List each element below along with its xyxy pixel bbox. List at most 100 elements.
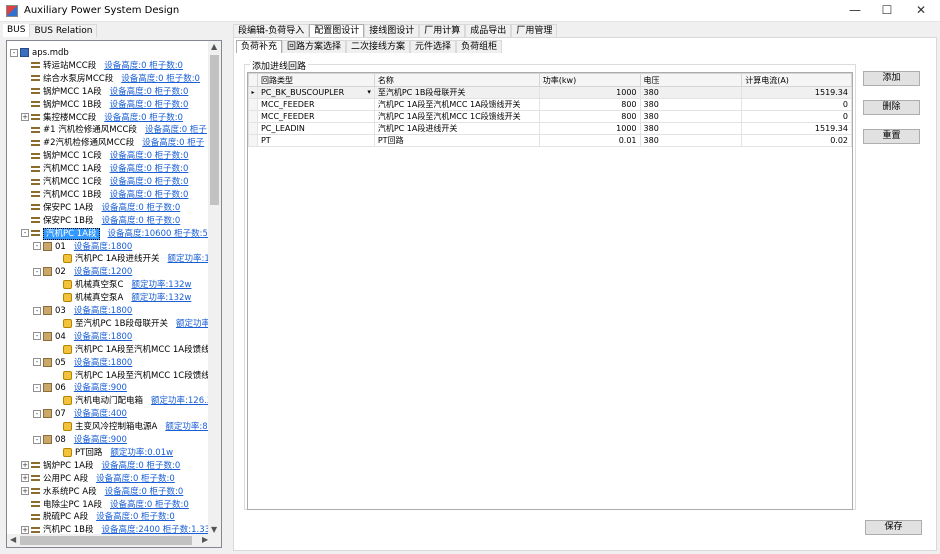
tree-node[interactable]: 综合水泵房MCC段 设备高度:0 柜子数:0 xyxy=(31,73,200,85)
tree-node-label[interactable]: 锅炉MCC 1C段 xyxy=(43,151,102,161)
tree-node-link[interactable]: 设备高度:0 柜子数:0 xyxy=(104,113,183,123)
tab-sub-3[interactable]: 元件选择 xyxy=(410,40,457,53)
expand-icon[interactable]: + xyxy=(21,461,29,470)
bus-tree[interactable]: +锅炉PC 1B段设备高度:0 柜子数:0+汽机PC 1B段设备高度:2400 … xyxy=(6,40,222,548)
cell-voltage[interactable]: 380 xyxy=(639,134,743,147)
tree-node-link[interactable]: 额定功率:132w xyxy=(131,280,191,290)
tree-node-link[interactable]: 设备高度:0 柜子数:0 xyxy=(96,474,175,484)
tree-node-label[interactable]: 锅炉PC 1A段 xyxy=(43,461,94,471)
cell-circuit-type[interactable]: MCC_FEEDER xyxy=(256,110,375,123)
tree-node[interactable]: - 汽机PC 1A段 设备高度:10600 柜子数:5.88 xyxy=(21,227,221,240)
tree-node-label[interactable]: 汽机电动门配电箱 xyxy=(75,396,143,406)
tree-node-label[interactable]: 公用PC A段 xyxy=(43,474,88,484)
tree-node-label[interactable]: 至汽机PC 1B段母联开关 xyxy=(75,319,168,329)
tree-node[interactable]: + 锅炉PC 1A段 设备高度:0 柜子数:0 xyxy=(21,460,180,472)
tree-node-link[interactable]: 设备高度:1800 xyxy=(74,332,133,342)
add-button[interactable]: 添加 xyxy=(863,71,920,86)
tree-node[interactable]: 保安PC 1B段 设备高度:0 柜子数:0 xyxy=(31,215,180,227)
tree-node-label[interactable]: 06 xyxy=(55,383,66,393)
tab-sub-1[interactable]: 回路方案选择 xyxy=(282,40,347,53)
tree-node[interactable]: 机械真空泵C 额定功率:132w xyxy=(63,279,191,291)
tree-node[interactable]: 汽机电动门配电箱 额定功率:126.37 xyxy=(63,395,218,407)
table-row[interactable]: MCC_FEEDER 汽机PC 1A段至汽机MCC 1C段馈线开关 800 380 0 xyxy=(248,110,852,123)
tree-node[interactable]: - 04 设备高度:1800 xyxy=(33,331,132,343)
tab-main-3[interactable]: 厂用计算 xyxy=(419,24,466,37)
cell-name[interactable]: 至汽机PC 1B段母联开关 xyxy=(373,86,540,99)
tree-node[interactable]: + 集控楼MCC段 设备高度:0 柜子数:0 xyxy=(21,112,183,124)
tree-node-link[interactable]: 设备高度:900 xyxy=(74,435,127,445)
tree-node-link[interactable]: 设备高度:400 xyxy=(74,409,127,419)
cell-circuit-type[interactable]: PT xyxy=(256,134,375,147)
tree-node[interactable]: 脱硫PC A段 设备高度:0 柜子数:0 xyxy=(31,511,175,523)
tab-bus[interactable]: BUS xyxy=(3,24,30,37)
tree-node-link[interactable]: 额定功率:84 xyxy=(165,422,213,432)
tree-node-label[interactable]: 汽机PC 1A段至汽机MCC 1C段馈线开关 xyxy=(75,371,221,381)
tree-node-link[interactable]: 设备高度:0 柜子数:0 xyxy=(110,100,189,110)
scroll-right-icon[interactable]: ▶ xyxy=(202,535,208,544)
dropdown-arrow-icon[interactable]: ▾ xyxy=(367,88,371,96)
collapse-icon[interactable]: - xyxy=(21,229,29,238)
tree-node-link[interactable]: 设备高度:0 柜子数:0 xyxy=(110,164,189,174)
tree-node-label[interactable]: 08 xyxy=(55,435,66,445)
tab-main-4[interactable]: 成品导出 xyxy=(465,24,512,37)
tree-node[interactable]: 至汽机PC 1B段母联开关 额定功率: xyxy=(63,318,213,330)
tree-node-label[interactable]: PT回路 xyxy=(75,448,102,458)
tab-main-1[interactable]: 配置图设计 xyxy=(309,24,365,37)
tree-node-link[interactable]: 设备高度:0 柜子数:0 xyxy=(110,151,189,161)
tree-node-label[interactable]: 汽机MCC 1C段 xyxy=(43,177,102,187)
tree-node-link[interactable]: 设备高度:0 柜子数:0 xyxy=(121,74,200,84)
scroll-down-icon[interactable]: ▼ xyxy=(211,525,217,534)
tree-node-link[interactable]: 设备高度:0 柜子数:0 xyxy=(104,61,183,71)
tree-node-label[interactable]: 03 xyxy=(55,306,66,316)
cell-circuit-type[interactable]: PC_BK_BUSCOUPLER ▾ xyxy=(256,86,375,99)
tree-node[interactable]: 锅炉MCC 1C段 设备高度:0 柜子数:0 xyxy=(31,150,189,162)
cell-current[interactable]: 0.02 xyxy=(741,134,852,147)
tree-node-label[interactable]: 集控楼MCC段 xyxy=(43,113,96,123)
scroll-left-icon[interactable]: ◀ xyxy=(10,535,16,544)
cell-current[interactable]: 1519.34 xyxy=(741,86,852,99)
tree-node-label[interactable]: 综合水泵房MCC段 xyxy=(43,74,113,84)
tree-node-label[interactable]: 机械真空泵A xyxy=(75,293,123,303)
collapse-icon[interactable]: - xyxy=(33,267,41,276)
row-header[interactable]: ▸ xyxy=(248,86,258,99)
cell-circuit-type[interactable]: MCC_FEEDER xyxy=(256,98,375,111)
tree-node-label[interactable]: 机械真空泵C xyxy=(75,280,123,290)
tree-node-label[interactable]: 电除尘PC 1A段 xyxy=(43,500,102,510)
save-button[interactable]: 保存 xyxy=(865,520,922,535)
tree-node-label[interactable]: 01 xyxy=(55,242,66,252)
tree-node[interactable]: 汽机PC 1A段至汽机MCC 1C段馈线开关 xyxy=(63,370,221,382)
tree-node-label[interactable]: 02 xyxy=(55,267,66,277)
tab-sub-4[interactable]: 负荷组柜 xyxy=(456,40,503,53)
expand-icon[interactable]: + xyxy=(21,113,29,121)
tree-node-label[interactable]: 07 xyxy=(55,409,66,419)
tab-bus-relation[interactable]: BUS Relation xyxy=(29,24,98,37)
tree-node[interactable]: + 水系统PC A段 设备高度:0 柜子数:0 xyxy=(21,486,183,498)
tree-node-link[interactable]: 设备高度:0 柜子数:0 xyxy=(110,500,189,510)
tree-node-link[interactable]: 设备高度:0 柜子 xyxy=(142,138,204,148)
collapse-icon[interactable]: - xyxy=(33,409,41,418)
collapse-icon[interactable]: - xyxy=(10,48,18,57)
collapse-icon[interactable]: - xyxy=(33,332,41,341)
cell-circuit-type[interactable]: PC_LEADIN xyxy=(256,122,375,135)
cell-power[interactable]: 800 xyxy=(538,110,641,123)
tree-node-link[interactable]: 设备高度:0 柜子数:0 xyxy=(96,512,175,522)
tree-node-link[interactable]: 设备高度:0 柜子数:0 xyxy=(105,487,184,497)
collapse-icon[interactable]: - xyxy=(33,383,41,392)
scroll-thumb[interactable] xyxy=(210,55,219,205)
tree-node-label[interactable]: 锅炉MCC 1B段 xyxy=(43,100,102,110)
cell-voltage[interactable]: 380 xyxy=(639,122,743,135)
collapse-icon[interactable]: - xyxy=(33,435,41,444)
expand-icon[interactable]: + xyxy=(21,474,29,483)
cell-power[interactable]: 0.01 xyxy=(538,134,641,147)
tree-node-label[interactable]: 水系统PC A段 xyxy=(43,487,97,497)
col-name[interactable]: 名称 xyxy=(373,73,540,87)
tree-node[interactable]: 主变风冷控制箱电源A 额定功率:84 xyxy=(63,421,213,433)
row-header[interactable] xyxy=(248,110,258,123)
tab-sub-0[interactable]: 负荷补充 xyxy=(236,40,283,53)
tab-main-2[interactable]: 接线图设计 xyxy=(364,24,420,37)
tree-horizontal-scrollbar[interactable]: ◀ ▶ xyxy=(7,534,221,547)
row-header[interactable] xyxy=(248,98,258,111)
collapse-icon[interactable]: - xyxy=(33,306,41,315)
tree-node-label[interactable]: 脱硫PC A段 xyxy=(43,512,88,522)
reset-button[interactable]: 重置 xyxy=(863,129,920,144)
